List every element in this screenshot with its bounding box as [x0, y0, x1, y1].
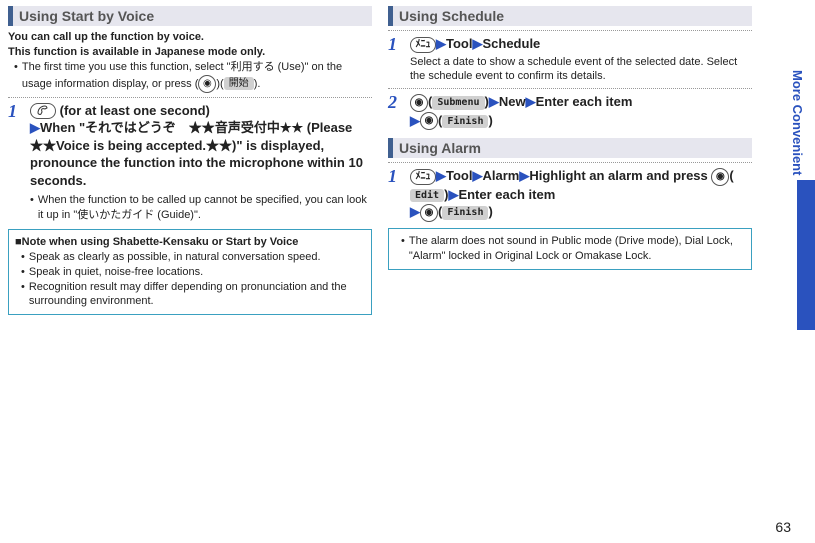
note-title: ■Note when using Shabette-Kensaku or Sta… — [15, 235, 365, 250]
finish-button-label: Finish — [442, 206, 488, 220]
text: . — [257, 77, 260, 89]
arrow-icon: ▶ — [489, 94, 499, 109]
arrow-icon: ▶ — [472, 36, 482, 51]
finish-button-label: Finish — [442, 115, 488, 129]
camera-key-icon: ◉ — [198, 75, 216, 93]
camera-key-icon: ◉ — [711, 168, 729, 186]
arrow-icon: ▶ — [436, 168, 446, 183]
tool-label: Tool — [446, 168, 472, 183]
jp-use: 利用する — [231, 61, 275, 73]
schedule-label: Schedule — [482, 36, 540, 51]
arrow-icon: ▶ — [472, 168, 482, 183]
divider — [388, 162, 752, 163]
divider — [388, 30, 752, 31]
arrow-icon: ▶ — [410, 204, 420, 219]
arrow-icon: ▶ — [526, 94, 536, 109]
page-number: 63 — [775, 519, 791, 535]
text: The first time you use this function, se… — [22, 61, 231, 73]
text: When " — [40, 120, 85, 135]
text: ★★ — [176, 120, 215, 135]
text: (Guide)". — [154, 209, 201, 221]
tool-label: Tool — [446, 36, 472, 51]
submenu-button-label: Submenu — [432, 96, 484, 110]
schedule-step-2: 2 ◉(Submenu)▶New▶Enter each item ▶◉(Fini… — [388, 93, 752, 130]
edit-button-label: Edit — [410, 189, 444, 203]
divider — [388, 88, 752, 89]
alarm-label: Alarm — [482, 168, 519, 183]
voice-intro-2: This function is available in Japanese m… — [8, 45, 372, 60]
side-tab — [797, 180, 815, 330]
schedule-step-1: 1 ﾒﾆｭ▶Tool▶Schedule Select a date to sho… — [388, 35, 752, 84]
enter-label: Enter each item — [536, 94, 633, 109]
arrow-icon: ▶ — [436, 36, 446, 51]
enter-label: Enter each item — [458, 187, 555, 202]
arrow-icon: ▶ — [448, 187, 458, 202]
text: (for at least one second) — [56, 103, 210, 118]
alarm-note-box: The alarm does not sound in Public mode … — [388, 228, 752, 270]
jp-prompt-2: 音声受付中 — [215, 120, 280, 135]
note-bullet-3: Recognition result may differ depending … — [21, 280, 365, 310]
step-number: 1 — [388, 35, 410, 84]
camera-key-icon: ◉ — [420, 112, 438, 130]
new-label: New — [499, 94, 526, 109]
arrow-icon: ▶ — [519, 168, 529, 183]
step-number: 1 — [8, 102, 30, 190]
side-category-label: More Convenient — [790, 70, 805, 175]
highlight-text: Highlight an alarm and press — [529, 168, 711, 183]
jp-prompt-1: それではどうぞ — [85, 120, 176, 135]
arrow-icon: ▶ — [30, 120, 40, 135]
menu-key-icon: ﾒﾆｭ — [410, 37, 436, 53]
voice-note-box: ■Note when using Shabette-Kensaku or Sta… — [8, 229, 372, 315]
camera-key-icon: ◉ — [420, 204, 438, 222]
start-button-label: 開始 — [224, 77, 254, 91]
alarm-note-bullet: The alarm does not sound in Public mode … — [401, 234, 745, 264]
camera-key-icon: ◉ — [410, 94, 428, 112]
jp-guide: 使いかたガイド — [77, 209, 154, 221]
note-bullet-2: Speak in quiet, noise-free locations. — [21, 265, 365, 280]
call-key-icon — [30, 103, 56, 119]
divider — [8, 97, 372, 98]
section-header-voice: Using Start by Voice — [8, 6, 372, 26]
arrow-icon: ▶ — [410, 113, 420, 128]
voice-step-1: 1 (for at least one second) ▶When "それではど… — [8, 102, 372, 190]
voice-intro-1: You can call up the function by voice. — [8, 30, 372, 45]
alarm-step-1: 1 ﾒﾆｭ▶Tool▶Alarm▶Highlight an alarm and … — [388, 167, 752, 222]
voice-first-use-note: The first time you use this function, se… — [14, 60, 372, 93]
schedule-step-1-desc: Select a date to show a schedule event o… — [410, 55, 752, 85]
section-header-alarm: Using Alarm — [388, 138, 752, 158]
step-number: 2 — [388, 93, 410, 130]
voice-step-1-sub: When the function to be called up cannot… — [30, 193, 372, 223]
menu-key-icon: ﾒﾆｭ — [410, 169, 436, 185]
section-header-schedule: Using Schedule — [388, 6, 752, 26]
step-number: 1 — [388, 167, 410, 222]
note-bullet-1: Speak as clearly as possible, in natural… — [21, 250, 365, 265]
